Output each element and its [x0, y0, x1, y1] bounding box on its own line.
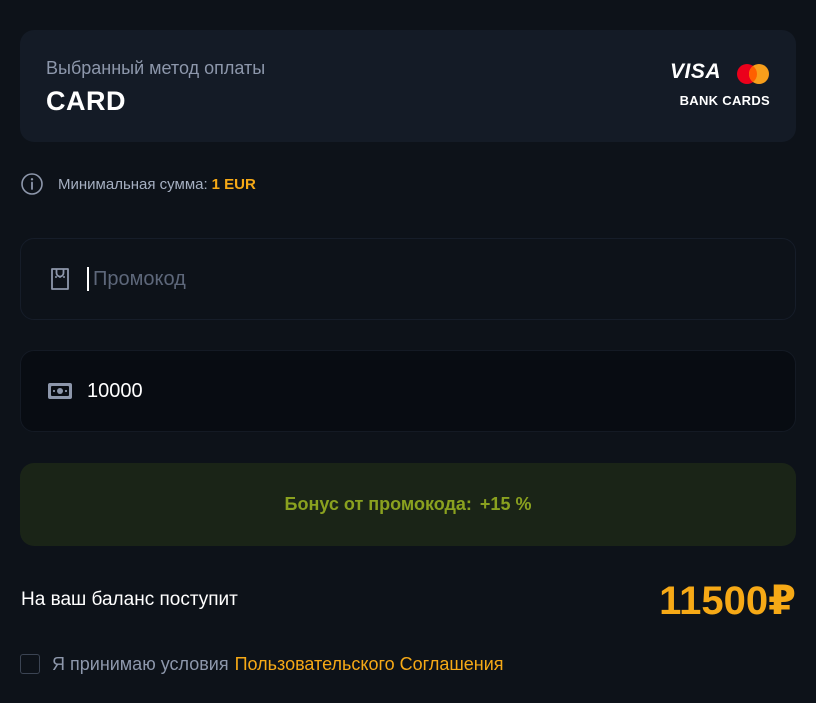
balance-credit-label: На ваш баланс поступит [21, 589, 238, 610]
bank-cards-label: BANK CARDS [679, 93, 770, 108]
terms-checkbox[interactable] [20, 654, 40, 674]
minimum-amount-value: 1 EUR [211, 175, 256, 193]
terms-agreement-row: Я принимаю условия Пользовательского Сог… [20, 652, 504, 676]
text-cursor [87, 267, 89, 291]
user-agreement-link[interactable]: Пользовательского Соглашения [235, 654, 504, 675]
promo-code-input[interactable] [93, 267, 693, 291]
payment-method-name: CARD [46, 86, 126, 116]
mastercard-icon [737, 64, 769, 84]
promo-bonus-value: +15 % [479, 494, 532, 514]
terms-text: Я принимаю условия [52, 653, 229, 674]
balance-credit-amount: 11500₽ [659, 579, 796, 623]
promo-bonus-banner: Бонус от промокода: +15 % [20, 463, 796, 546]
payment-method-label: Выбранный метод оплаты [46, 58, 266, 78]
promo-bonus-label: Бонус от промокода: [284, 494, 472, 514]
visa-logo-text: VISA [670, 60, 722, 83]
amount-field[interactable]: 10000 [20, 350, 796, 432]
minimum-amount-label: Минимальная сумма: [58, 175, 208, 193]
info-icon [21, 173, 43, 195]
amount-input[interactable]: 10000 [87, 380, 143, 403]
banknote-icon [48, 383, 72, 399]
ticket-icon [51, 268, 69, 290]
payment-method-card: Выбранный метод оплаты CARD VISA BANK CA… [20, 30, 796, 142]
promo-code-field[interactable] [20, 238, 796, 320]
minimum-amount-row: Минимальная сумма: 1 EUR [20, 172, 256, 196]
visa-mastercard-logo: VISA BANK CARDS [670, 60, 770, 110]
